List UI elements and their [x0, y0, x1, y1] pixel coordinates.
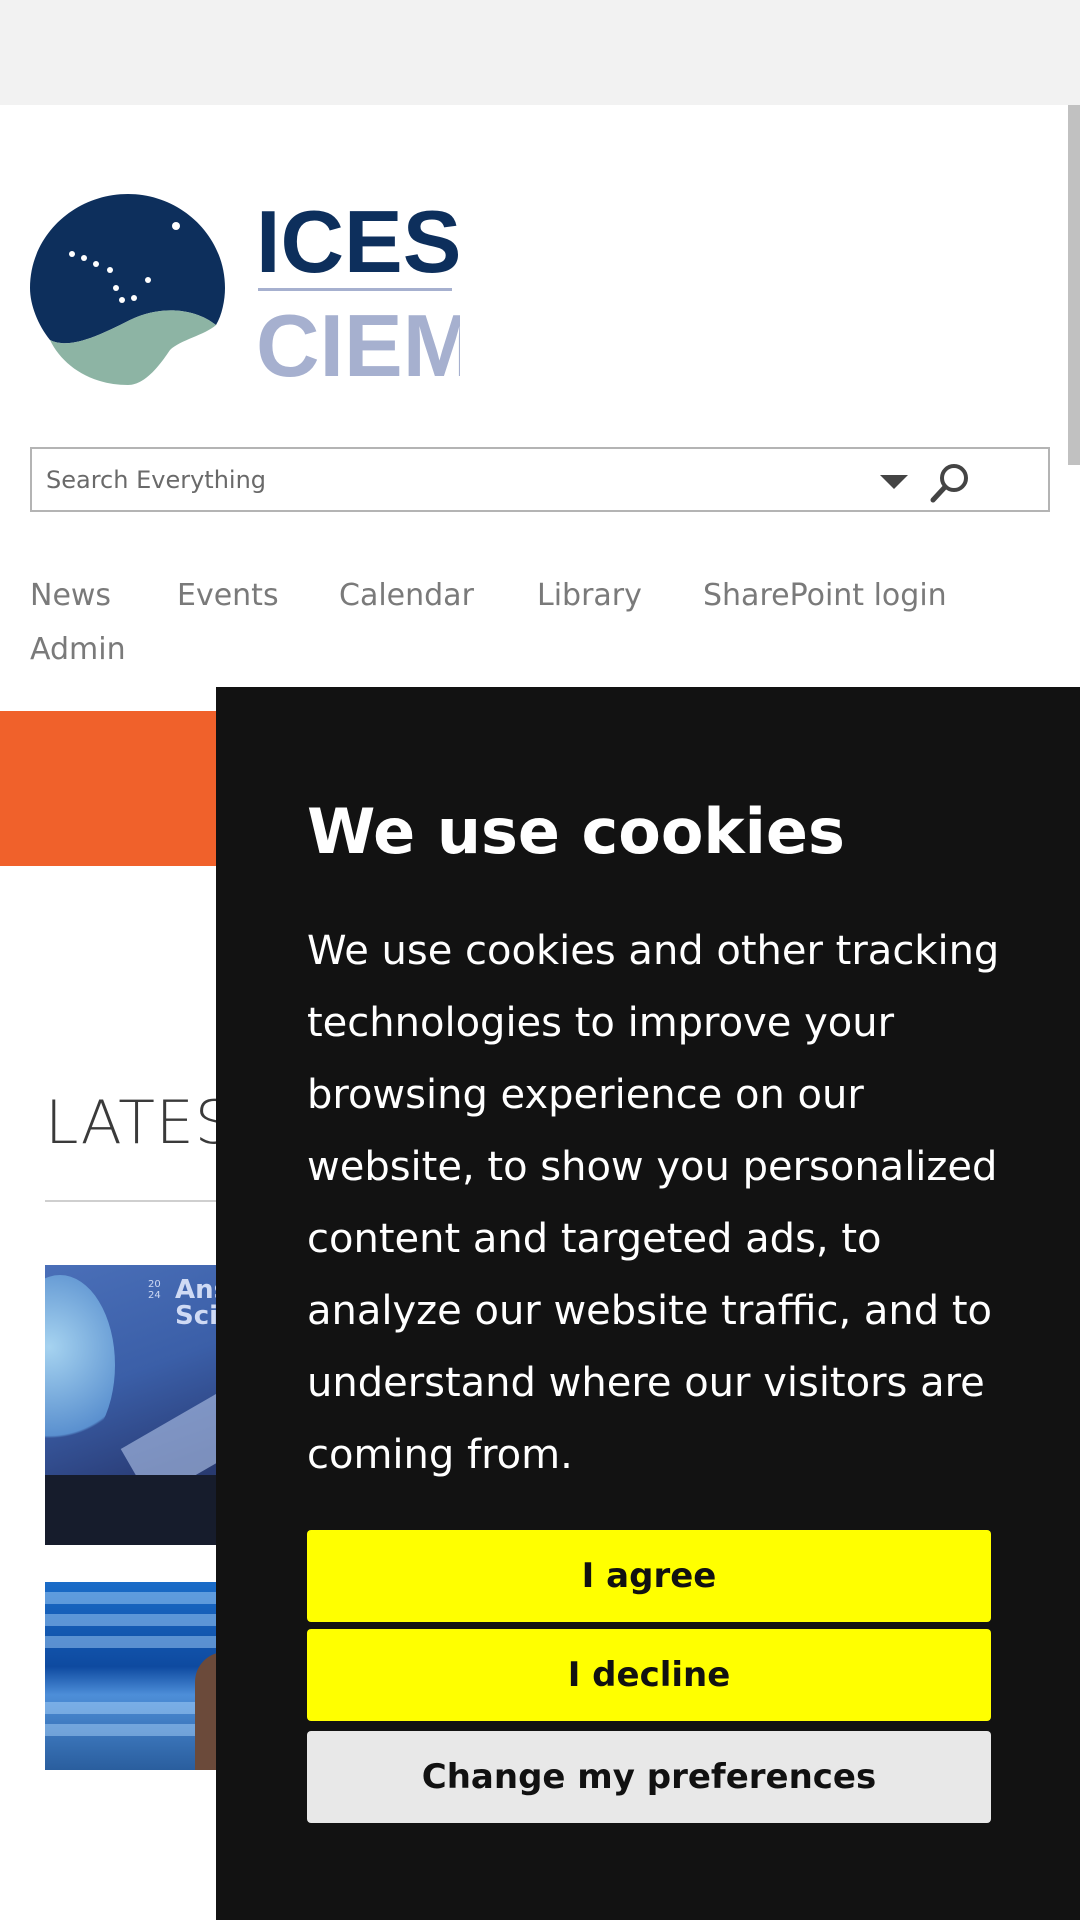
search-icon[interactable]: [928, 461, 972, 505]
caret-down-icon[interactable]: [878, 471, 910, 491]
cookie-body: We use cookies and other tracking techno…: [307, 928, 1000, 1478]
browser-top-bar: [0, 0, 1080, 105]
cookie-title: We use cookies: [307, 795, 845, 868]
thumbnail-year: 20 24: [148, 1279, 161, 1301]
news-thumbnail[interactable]: [45, 1582, 235, 1770]
search-input[interactable]: [46, 449, 866, 510]
agree-button[interactable]: I agree: [307, 1530, 991, 1622]
logo-text-ciem: CIEM: [256, 296, 460, 390]
scrollbar-thumb[interactable]: [1068, 105, 1080, 465]
nav-item-sharepoint-login[interactable]: SharePoint login: [703, 578, 947, 613]
nav-item-calendar[interactable]: Calendar: [339, 578, 474, 613]
logo-divider: [258, 288, 452, 291]
change-preferences-button[interactable]: Change my preferences: [307, 1731, 991, 1823]
nav-item-events[interactable]: Events: [177, 578, 279, 613]
nav-item-library[interactable]: Library: [537, 578, 642, 613]
nav-item-news[interactable]: News: [30, 578, 111, 613]
logo-text-ices: ICES: [256, 192, 460, 291]
section-divider: [45, 1200, 245, 1202]
decline-button[interactable]: I decline: [307, 1629, 991, 1721]
logo-emblem-icon: [30, 194, 225, 385]
nav-item-admin[interactable]: Admin: [30, 632, 126, 667]
cookie-consent-dialog: We use cookies We use cookies and other …: [216, 687, 1080, 1920]
search-bar: [30, 447, 1050, 512]
ices-ciem-logo[interactable]: ICES CIEM: [30, 190, 460, 390]
news-thumbnail[interactable]: Ans Sci Co 20 24: [45, 1265, 235, 1545]
